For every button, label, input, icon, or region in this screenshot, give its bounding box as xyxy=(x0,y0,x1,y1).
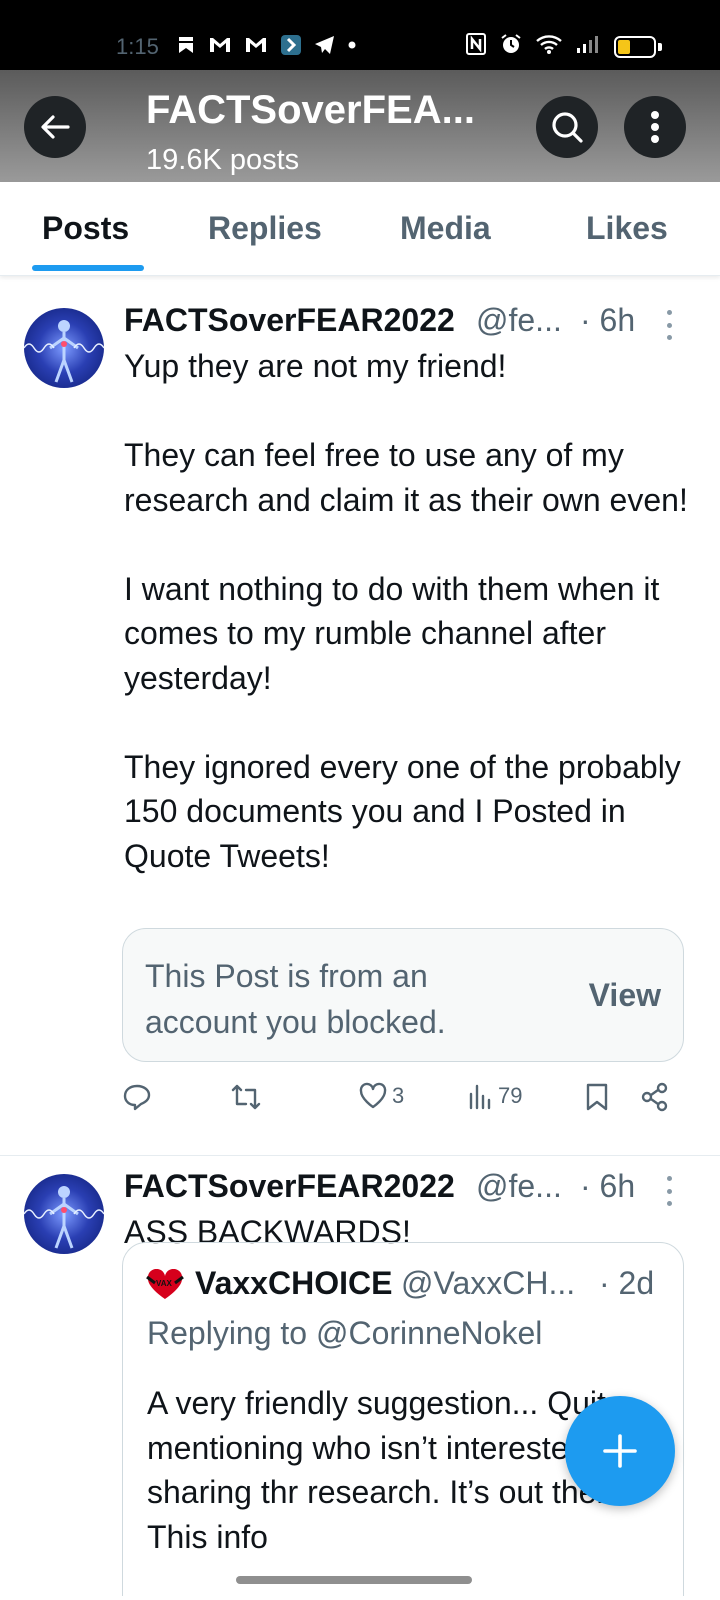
post-menu-icon[interactable] xyxy=(664,310,674,340)
post-header: FACTSoverFEAR2022 @fe... · 6h xyxy=(124,302,704,346)
more-options-button[interactable] xyxy=(624,96,686,158)
battery-level xyxy=(618,40,630,54)
replying-to: Replying to @CorinneNokel xyxy=(147,1315,543,1351)
display-name[interactable]: FACTSoverFEAR2022 xyxy=(124,1168,455,1205)
compose-button[interactable] xyxy=(565,1396,675,1506)
search-button[interactable] xyxy=(536,96,598,158)
post-count: 19.6K posts xyxy=(146,144,300,176)
post-time: · 6h xyxy=(580,302,636,338)
alarm-icon xyxy=(501,34,521,53)
share-button[interactable] xyxy=(640,1082,670,1112)
heart-icon xyxy=(359,1082,387,1109)
reply-button[interactable] xyxy=(122,1082,152,1112)
quoted-display-name: VaxxCHOICE xyxy=(195,1265,393,1301)
profile-header: FACTSoverFEA... 19.6K posts xyxy=(0,70,720,182)
post-paragraph: They can feel free to use any of my rese… xyxy=(124,437,688,518)
vaxx-choice-avatar: VAX xyxy=(146,1269,184,1299)
post-time: · 6h xyxy=(580,1168,636,1204)
post-actions: 3 79 xyxy=(122,1082,682,1118)
bookmark-button[interactable] xyxy=(584,1082,610,1112)
avatar-figure-icon xyxy=(24,320,104,383)
status-time: 1:15 xyxy=(116,34,159,59)
gmail-icon xyxy=(210,38,230,52)
post-paragraph: They ignored every one of the probably 1… xyxy=(124,748,681,874)
notification-icons xyxy=(176,34,356,56)
quoted-handle: @VaxxCH... xyxy=(401,1265,576,1301)
tab-likes[interactable]: Likes xyxy=(586,210,668,247)
tab-posts[interactable]: Posts xyxy=(42,210,129,247)
back-button[interactable] xyxy=(24,96,86,158)
dot-icon xyxy=(348,41,356,49)
post-paragraph: Yup they are not my friend! xyxy=(124,348,507,384)
back-arrow-icon xyxy=(41,115,70,139)
battery-tip xyxy=(658,43,662,51)
tab-media[interactable]: Media xyxy=(400,210,491,247)
reply-icon xyxy=(123,1084,151,1111)
like-button[interactable]: 3 xyxy=(358,1082,404,1110)
battery-icon xyxy=(614,36,656,58)
post-menu-icon[interactable] xyxy=(664,1176,674,1206)
plus-icon xyxy=(603,1434,637,1468)
share-icon xyxy=(641,1082,668,1112)
nfc-icon xyxy=(466,33,486,55)
like-count: 3 xyxy=(392,1083,405,1108)
wifi-icon xyxy=(536,35,562,54)
svg-text:VAX: VAX xyxy=(156,1279,173,1288)
quoted-time: · 2d xyxy=(599,1265,655,1301)
quoted-header: VaxxCHOICE @VaxxCH... · 2d xyxy=(195,1265,675,1307)
post-paragraph: I want nothing to do with them when it c… xyxy=(124,570,660,696)
active-tab-indicator xyxy=(32,265,144,271)
post-text: Yup they are not my friend! They can fee… xyxy=(124,344,694,878)
gesture-nav-handle[interactable] xyxy=(236,1576,472,1584)
view-blocked-button[interactable]: View xyxy=(589,977,661,1014)
app-icon xyxy=(281,35,301,55)
post[interactable]: FACTSoverFEAR2022 @fe... · 6h ASS BACKWA… xyxy=(0,1156,720,1596)
repost-button[interactable] xyxy=(230,1082,262,1112)
status-bar: 1:15 xyxy=(0,0,720,70)
tab-replies[interactable]: Replies xyxy=(208,210,322,247)
gmail-icon xyxy=(246,38,266,52)
system-icons xyxy=(466,33,602,55)
bookmark-outline-icon xyxy=(586,1083,608,1111)
telegram-icon xyxy=(315,36,334,54)
views-button[interactable]: 79 xyxy=(468,1082,522,1110)
bookmark-icon xyxy=(179,37,193,53)
avatar[interactable] xyxy=(24,308,104,388)
user-handle[interactable]: @fe... xyxy=(476,302,562,339)
more-vertical-icon xyxy=(651,111,659,143)
avatar[interactable] xyxy=(24,1174,104,1254)
signal-icon xyxy=(577,36,598,53)
profile-title: FACTSoverFEA... xyxy=(146,88,475,132)
blocked-message: This Post is from an account you blocked… xyxy=(145,958,446,1040)
repost-icon xyxy=(231,1084,261,1110)
view-count: 79 xyxy=(498,1083,523,1108)
search-icon xyxy=(552,112,583,143)
post[interactable]: FACTSoverFEAR2022 @fe... · 6h Yup they a… xyxy=(0,290,720,1156)
views-icon xyxy=(469,1084,491,1110)
post-header: FACTSoverFEAR2022 @fe... · 6h xyxy=(124,1168,704,1212)
profile-tabs: Posts Replies Media Likes xyxy=(0,182,720,276)
user-handle[interactable]: @fe... xyxy=(476,1168,562,1205)
display-name[interactable]: FACTSoverFEAR2022 xyxy=(124,302,455,339)
avatar-figure-icon xyxy=(24,1186,104,1249)
blocked-quote-card: This Post is from an account you blocked… xyxy=(122,928,684,1062)
